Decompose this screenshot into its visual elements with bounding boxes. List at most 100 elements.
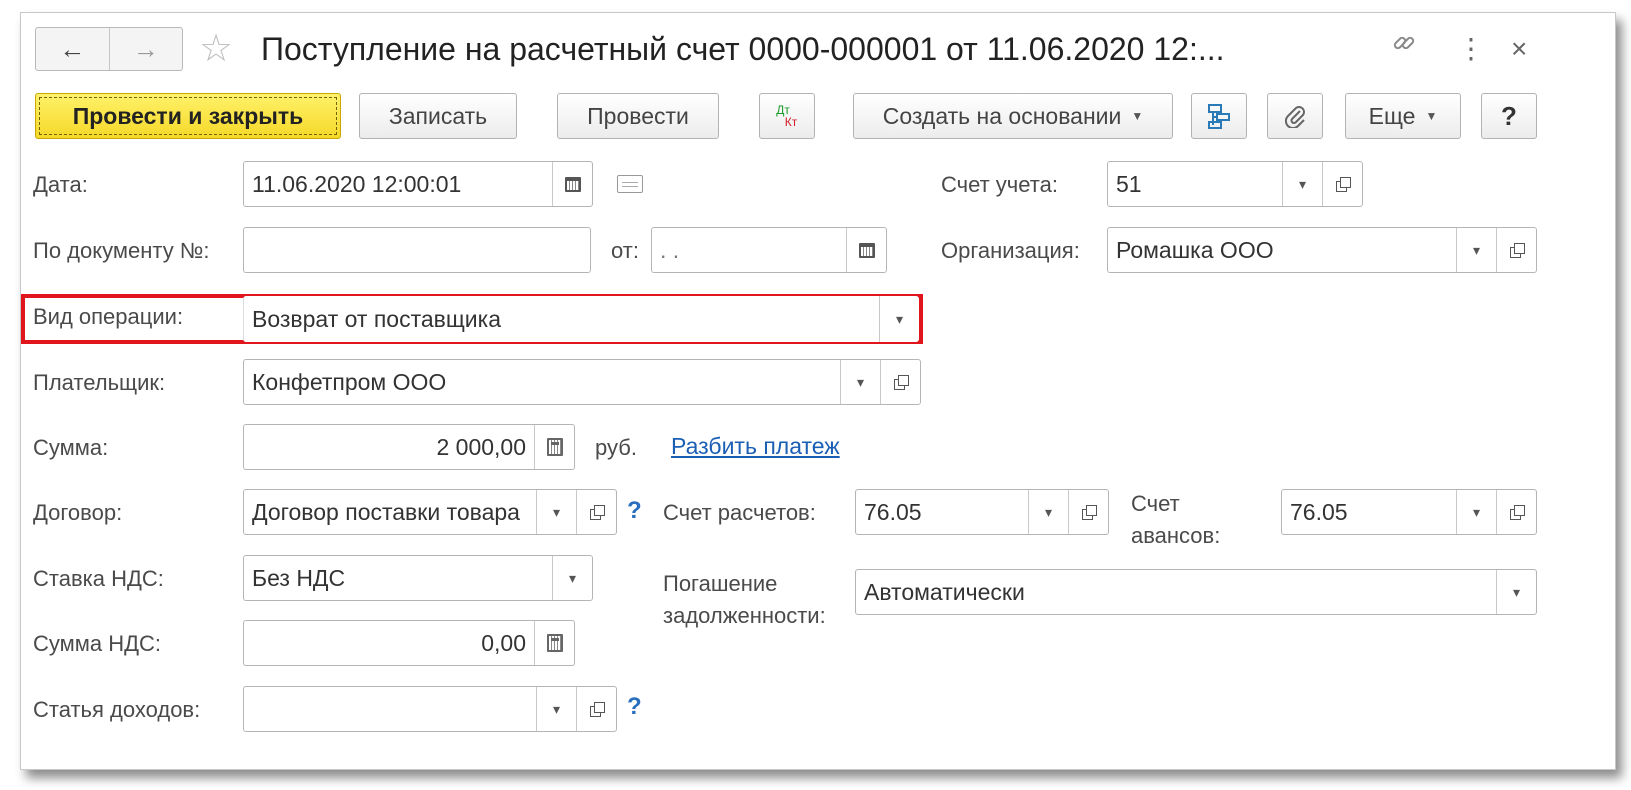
chevron-down-icon: ▾: [1472, 503, 1481, 520]
settlement-account-dropdown-button[interactable]: ▾: [1028, 490, 1068, 534]
advance-account-value: 76.05: [1290, 498, 1348, 525]
settlement-account-open-button[interactable]: [1068, 490, 1108, 534]
vat-rate-value: Без НДС: [252, 564, 346, 591]
operation-type-field[interactable]: Возврат от поставщика ▾: [243, 296, 919, 342]
amount-value: 2 000,00: [436, 433, 526, 460]
doc-from-field[interactable]: . .: [651, 227, 887, 273]
payer-open-button[interactable]: [880, 360, 920, 404]
organization-dropdown-button[interactable]: ▾: [1456, 228, 1496, 272]
advance-account-label-line1: Счет: [1131, 491, 1180, 516]
debt-repayment-value: Автоматически: [864, 578, 1025, 605]
account-label: Счет учета:: [941, 172, 1058, 197]
income-item-open-button[interactable]: [576, 687, 616, 731]
contract-open-button[interactable]: [576, 490, 616, 534]
organization-open-button[interactable]: [1496, 228, 1536, 272]
chevron-down-icon: ▾: [1512, 583, 1521, 600]
debt-repayment-dropdown-button[interactable]: ▾: [1496, 570, 1536, 614]
calculator-icon: [546, 634, 563, 652]
income-item-dropdown-button[interactable]: ▾: [536, 687, 576, 731]
contract-help-icon[interactable]: ?: [627, 497, 642, 525]
account-open-button[interactable]: [1322, 162, 1362, 206]
income-item-field[interactable]: ▾: [243, 686, 617, 732]
vat-rate-field[interactable]: Без НДС ▾: [243, 555, 593, 601]
chevron-down-icon: ▾: [1472, 241, 1481, 258]
forward-button[interactable]: →: [108, 28, 183, 70]
advance-account-field[interactable]: 76.05 ▾: [1281, 489, 1537, 535]
open-form-icon: [1509, 243, 1525, 258]
advance-account-open-button[interactable]: [1496, 490, 1536, 534]
post-button[interactable]: Провести: [557, 93, 719, 139]
chevron-down-icon: ▾: [856, 373, 865, 390]
paperclip-icon: [1284, 106, 1305, 128]
more-actions-button[interactable]: Еще ▼: [1345, 93, 1461, 139]
back-button[interactable]: ←: [36, 28, 109, 70]
account-value: 51: [1116, 170, 1142, 197]
operation-type-dropdown-button[interactable]: ▾: [879, 296, 919, 342]
chevron-down-icon: ▾: [552, 503, 561, 520]
calendar-button[interactable]: [552, 162, 592, 206]
doc-from-value: . .: [660, 236, 680, 263]
date-label: Дата:: [33, 172, 88, 197]
organization-value: Ромашка ООО: [1116, 236, 1274, 263]
amount-field[interactable]: 2 000,00: [243, 424, 575, 470]
chevron-down-icon: ▾: [1044, 503, 1053, 520]
create-based-on-label: Создать на основании: [882, 102, 1122, 129]
amount-calculator-button[interactable]: [534, 425, 574, 469]
income-item-help-icon[interactable]: ?: [627, 693, 642, 721]
calendar-icon: [564, 176, 581, 192]
vat-amount-field[interactable]: 0,00: [243, 620, 575, 666]
settlement-account-value: 76.05: [864, 498, 922, 525]
chevron-down-icon: ▼: [1131, 109, 1144, 123]
debt-repayment-label-line1: Погашение: [663, 571, 778, 596]
income-item-value: [244, 687, 536, 731]
account-field[interactable]: 51 ▾: [1107, 161, 1363, 207]
debt-repayment-field[interactable]: Автоматически ▾: [855, 569, 1537, 615]
more-vertical-icon[interactable]: ⋮: [1457, 27, 1485, 71]
advance-account-dropdown-button[interactable]: ▾: [1456, 490, 1496, 534]
open-form-icon: [1335, 177, 1351, 192]
open-form-icon: [589, 505, 605, 520]
navigation-group: ← →: [35, 27, 183, 71]
doc-number-field[interactable]: [243, 227, 591, 273]
operation-type-value: Возврат от поставщика: [252, 305, 502, 332]
structure-button[interactable]: [1191, 93, 1247, 139]
doc-number-value: [244, 228, 590, 272]
date-field[interactable]: 11.06.2020 12:00:01: [243, 161, 593, 207]
calendar-icon: [858, 242, 875, 258]
more-actions-label: Еще: [1368, 102, 1416, 129]
organization-field[interactable]: Ромашка ООО ▾: [1107, 227, 1537, 273]
payer-field[interactable]: Конфетпром ООО ▾: [243, 359, 921, 405]
doc-from-label: от:: [611, 238, 639, 263]
close-icon[interactable]: ×: [1511, 27, 1527, 71]
chevron-down-icon: ▾: [895, 310, 904, 327]
advance-account-label-line2: авансов:: [1131, 523, 1221, 548]
open-form-icon: [1081, 505, 1097, 520]
open-form-icon: [589, 702, 605, 717]
kt-label: Кт: [784, 115, 798, 129]
comment-list-icon[interactable]: [617, 175, 643, 193]
account-dropdown-button[interactable]: ▾: [1282, 162, 1322, 206]
dt-kt-button[interactable]: Дт Кт: [759, 93, 815, 139]
date-value: 11.06.2020 12:00:01: [252, 170, 462, 197]
open-form-icon: [893, 375, 909, 390]
settlement-account-field[interactable]: 76.05 ▾: [855, 489, 1109, 535]
split-payment-link[interactable]: Разбить платеж: [671, 433, 840, 460]
doc-number-label: По документу №:: [33, 238, 210, 263]
attachment-button[interactable]: [1267, 93, 1323, 139]
payer-dropdown-button[interactable]: ▾: [840, 360, 880, 404]
vat-amount-calculator-button[interactable]: [534, 621, 574, 665]
payer-label: Плательщик:: [33, 370, 166, 395]
contract-dropdown-button[interactable]: ▾: [536, 490, 576, 534]
window-title: Поступление на расчетный счет 0000-00000…: [261, 31, 1225, 67]
save-button[interactable]: Записать: [359, 93, 517, 139]
link-icon[interactable]: [1391, 27, 1417, 71]
create-based-on-button[interactable]: Создать на основании ▼: [853, 93, 1173, 139]
post-and-close-button[interactable]: Провести и закрыть: [35, 93, 341, 139]
vat-rate-dropdown-button[interactable]: ▾: [552, 556, 592, 600]
help-button[interactable]: ?: [1481, 93, 1537, 139]
currency-label: руб.: [595, 435, 637, 460]
amount-label: Сумма:: [33, 435, 109, 460]
contract-field[interactable]: Договор поставки товара ▾: [243, 489, 617, 535]
favorite-star-icon[interactable]: ☆: [199, 27, 233, 71]
doc-from-calendar-button[interactable]: [846, 228, 886, 272]
